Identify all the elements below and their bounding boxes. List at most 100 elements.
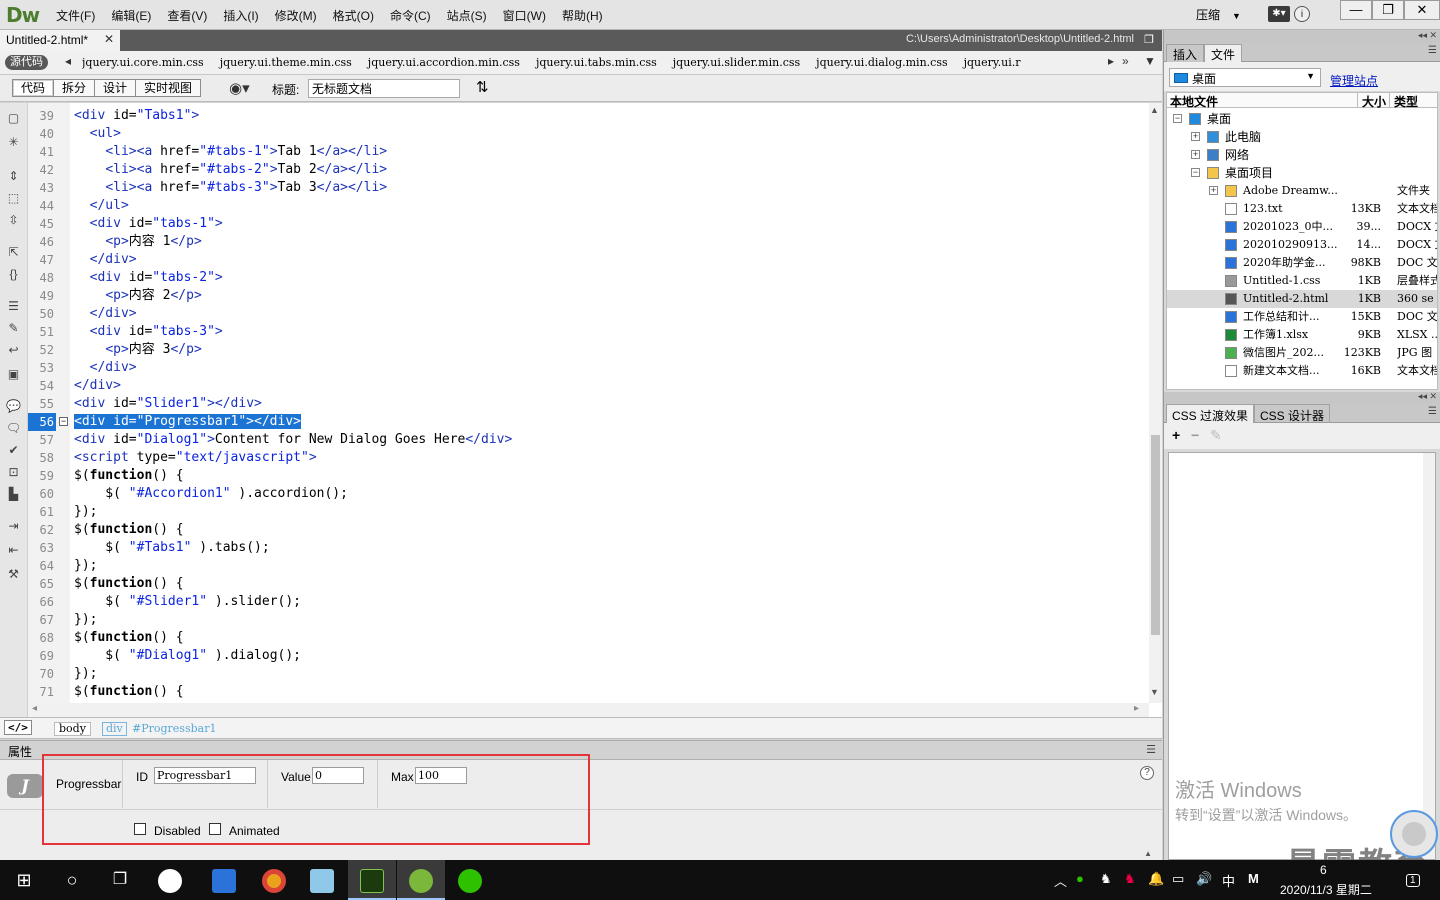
menu-format[interactable]: 格式(O) (325, 7, 382, 24)
highlight-invalid-icon[interactable]: ✎ (5, 321, 22, 336)
code-line[interactable]: $(function() { (74, 521, 512, 539)
code-line[interactable]: </div> (74, 359, 512, 377)
panel-menu-icon[interactable]: ☰ (1428, 406, 1437, 417)
qq-tray-icon-2[interactable]: ♞ (1124, 871, 1136, 887)
taskbar-app-notepad[interactable] (298, 860, 346, 900)
code-line[interactable]: </div> (74, 377, 512, 395)
taskbar-app-dreamweaver[interactable] (348, 860, 396, 900)
taskbar-app-wps[interactable] (200, 860, 248, 900)
task-view-button[interactable]: ❐ (96, 860, 144, 900)
split-view-button[interactable]: 拆分 (53, 79, 96, 97)
related-file[interactable]: jquery.ui.dialog.min.css (816, 56, 947, 69)
collapse-selection-icon[interactable]: ⬚ (5, 191, 22, 206)
code-line[interactable]: <div id="Dialog1">Content for New Dialog… (74, 431, 512, 449)
ime-indicator[interactable]: 中 (1222, 871, 1235, 890)
code-line[interactable]: <div id="Progressbar1"></div> (74, 413, 512, 431)
restore-button[interactable]: ❐ (1372, 0, 1404, 20)
tab-css-transitions[interactable]: CSS 过渡效果 (1166, 404, 1255, 423)
code-line[interactable]: <div id="Tabs1"> (74, 107, 512, 125)
balance-braces-icon[interactable]: {} (5, 267, 22, 282)
search-button[interactable]: ○ (48, 860, 96, 900)
collapse-icon[interactable]: − (1173, 114, 1182, 123)
code-line[interactable]: </div> (74, 305, 512, 323)
globe-icon[interactable]: ◉▾ (229, 79, 250, 97)
tab-insert[interactable]: 插入 (1166, 44, 1205, 62)
menu-edit[interactable]: 编辑(E) (103, 7, 159, 24)
menu-commands[interactable]: 命令(C) (382, 7, 439, 24)
remove-comment-icon[interactable]: 🗨 (5, 421, 22, 436)
workspace-switcher[interactable]: 压缩 ▼ (1196, 6, 1241, 23)
code-line[interactable]: </ul> (74, 197, 512, 215)
code-line[interactable]: <li><a href="#tabs-3">Tab 3</a></li> (74, 179, 512, 197)
code-line[interactable]: <p>内容 3</p> (74, 341, 512, 359)
code-line[interactable]: $( "#Tabs1" ).tabs(); (74, 539, 512, 557)
code-line[interactable]: }); (74, 557, 512, 575)
code-line[interactable]: }); (74, 503, 512, 521)
panel-menu-icon[interactable]: ☰ (1428, 45, 1437, 56)
select-parent-tag-icon[interactable]: ⇱ (5, 245, 22, 260)
tag-div-id[interactable]: #Progressbar1 (132, 722, 216, 735)
chevron-left-icon[interactable]: ◂ (65, 54, 71, 68)
taskbar-app-tool[interactable] (146, 860, 194, 900)
disabled-checkbox[interactable] (134, 823, 146, 835)
indent-code-icon[interactable]: ⇥ (5, 519, 22, 534)
id-input[interactable] (154, 767, 256, 784)
restore-icon[interactable]: ❐ (1144, 33, 1154, 46)
max-input[interactable] (415, 767, 467, 784)
apply-comment-icon[interactable]: 💬 (5, 399, 22, 414)
vertical-scrollbar[interactable] (1423, 453, 1435, 859)
vertical-scrollbar[interactable]: ▲ ▼ (1149, 103, 1162, 703)
expand-icon[interactable]: + (1209, 186, 1218, 195)
word-wrap-icon[interactable]: ↩ (5, 343, 22, 358)
code-line[interactable]: $( "#Accordion1" ).accordion(); (74, 485, 512, 503)
format-source-icon[interactable]: ⚒ (5, 567, 22, 582)
file-tree-item[interactable]: Untitled-1.css 1KB 层叠样式 (1167, 272, 1437, 290)
fold-icon[interactable]: − (59, 417, 68, 426)
syntax-coloring-icon[interactable]: ▣ (5, 367, 22, 382)
tab-files[interactable]: 文件 (1204, 44, 1243, 62)
related-file[interactable]: jquery.ui.slider.min.css (673, 56, 800, 69)
more-icon[interactable]: » (1122, 54, 1129, 68)
code-line[interactable]: <div id="tabs-3"> (74, 323, 512, 341)
file-tree-item[interactable]: 微信图片_202... 123KB JPG 图 (1167, 344, 1437, 362)
horizontal-scrollbar[interactable]: ◂ ▸ (28, 703, 1149, 717)
file-tree-item[interactable]: 2020年助学金... 98KB DOC 文档 (1167, 254, 1437, 272)
remove-transition-button[interactable]: − (1191, 427, 1199, 443)
code-line[interactable]: </div> (74, 251, 512, 269)
expand-icon[interactable]: + (1191, 132, 1200, 141)
menu-site[interactable]: 站点(S) (439, 7, 495, 24)
volume-icon[interactable]: 🔊 (1196, 871, 1212, 887)
code-line[interactable]: $(function() { (74, 629, 512, 647)
filter-icon[interactable]: ▼ (1144, 54, 1156, 68)
menu-help[interactable]: 帮助(H) (554, 7, 611, 24)
code-line[interactable]: }); (74, 611, 512, 629)
code-line[interactable]: <div id="tabs-1"> (74, 215, 512, 233)
file-tree-item[interactable]: 工作簿1.xlsx 9KB XLSX ... (1167, 326, 1437, 344)
notification-badge[interactable]: 1 (1406, 874, 1420, 887)
code-line[interactable]: <p>内容 2</p> (74, 287, 512, 305)
close-button[interactable]: ✕ (1404, 0, 1440, 20)
file-tree-item[interactable]: − 桌面项目 (1167, 164, 1437, 182)
collapse-icon[interactable]: − (1191, 168, 1200, 177)
menu-modify[interactable]: 修改(M) (267, 7, 325, 24)
related-file[interactable]: jquery.ui.theme.min.css (220, 56, 352, 69)
recent-snippets-icon[interactable]: ⊡ (5, 465, 22, 480)
tab-css-designer[interactable]: CSS 设计器 (1254, 404, 1331, 423)
minimize-button[interactable]: — (1340, 0, 1372, 20)
open-documents-icon[interactable]: ▢ (5, 111, 22, 126)
location-select[interactable]: 桌面 ▼ (1169, 68, 1321, 87)
chevron-up-icon[interactable]: ▲ (1150, 105, 1159, 115)
collapse-icon[interactable]: ◂◂ ✕ (1418, 391, 1437, 402)
chevron-right-icon[interactable]: ▸ (1134, 703, 1139, 714)
ime-mode-icon[interactable]: M (1248, 871, 1259, 886)
related-file[interactable]: jquery.ui.tabs.min.css (536, 56, 657, 69)
title-input[interactable] (308, 79, 460, 98)
code-line[interactable]: $( "#Slider1" ).slider(); (74, 593, 512, 611)
related-file[interactable]: jquery.ui.accordion.min.css (368, 56, 520, 69)
taskbar-app-media[interactable] (397, 860, 445, 900)
value-input[interactable] (312, 767, 364, 784)
qq-tray-icon[interactable]: ♞ (1100, 871, 1112, 887)
move-css-icon[interactable]: ▙ (5, 487, 22, 502)
clock-time[interactable]: 6 (1320, 863, 1327, 877)
info-icon[interactable]: i (1294, 6, 1310, 22)
